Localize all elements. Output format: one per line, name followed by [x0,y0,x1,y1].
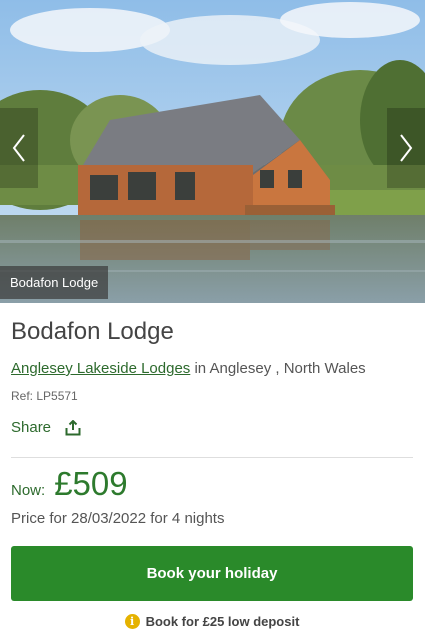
price-value: £509 [54,465,128,502]
deposit-text: Book for £25 low deposit [145,614,300,629]
info-icon: i [124,614,140,629]
price-row: Now: £509 [11,465,128,503]
property-photo[interactable]: Bodafon Lodge [0,0,425,303]
park-link[interactable]: Anglesey Lakeside Lodges [11,360,190,377]
share-label: Share [11,419,52,436]
property-location: Anglesey Lakeside Lodges in Anglesey , N… [11,360,366,377]
chevron-left-icon [12,134,25,162]
previous-photo-button[interactable] [0,108,38,188]
property-ref: Ref: LP5571 [11,389,78,403]
lodge-photo-illustration [0,0,425,303]
divider [11,457,413,458]
property-title: Bodafon Lodge [11,318,174,345]
chevron-right-icon [400,134,413,162]
share-button[interactable]: Share [11,419,81,436]
share-icon [65,419,81,435]
price-note: Price for 28/03/2022 for 4 nights [11,510,225,527]
photo-caption: Bodafon Lodge [0,266,109,299]
next-photo-button[interactable] [387,108,425,188]
low-deposit-notice: i Book for £25 low deposit [11,614,413,629]
book-holiday-button[interactable]: Book your holiday [11,546,413,601]
location-text: in Anglesey , North Wales [194,360,366,377]
now-label: Now: [11,482,46,499]
